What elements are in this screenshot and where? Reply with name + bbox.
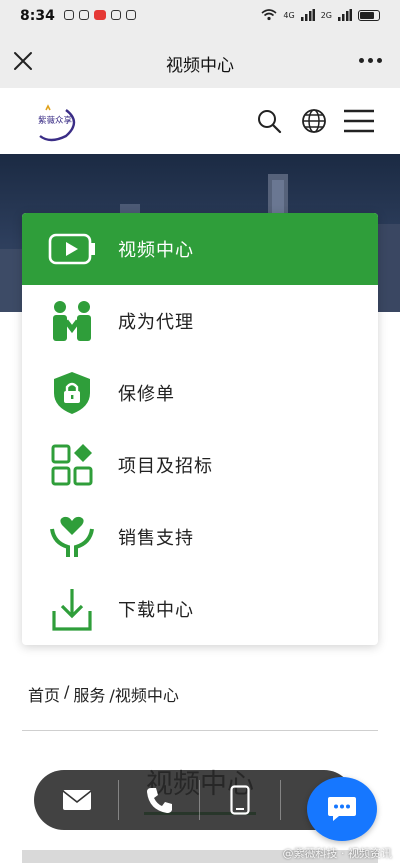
signal-2-icon: [338, 9, 352, 21]
nfc-icon: [111, 10, 121, 20]
search-icon[interactable]: [256, 108, 282, 134]
network-label: 4G: [283, 10, 295, 20]
breadcrumb-services[interactable]: 服务: [73, 682, 105, 706]
menu-item-label: 成为代理: [118, 312, 194, 333]
bluetooth-icon: [126, 10, 136, 20]
sales-heart-hands-icon: [50, 516, 94, 557]
mobile-button[interactable]: [200, 770, 280, 830]
dot: [377, 58, 382, 63]
menu-item-label: 下载中心: [118, 600, 194, 621]
watermark: @紫薇科技 · 视频资讯: [282, 847, 393, 860]
chat-bubble-icon: [328, 797, 356, 821]
company-logo[interactable]: 紫薇众享: [26, 100, 86, 144]
message-icon: [64, 10, 74, 20]
phone-button[interactable]: [119, 770, 199, 830]
warranty-shield-lock-icon: [54, 372, 90, 414]
breadcrumb-separator: /: [64, 682, 70, 701]
app-badge-icon: [94, 10, 106, 20]
network-label-2: 2G: [320, 10, 332, 20]
phone-icon: [147, 788, 172, 813]
menu-item-label: 项目及招标: [118, 456, 213, 477]
mobile-icon: [230, 785, 250, 815]
battery-icon: [358, 9, 380, 21]
email-icon: [62, 790, 92, 810]
status-time: 8:34: [20, 8, 55, 24]
menu-item-label: 保修单: [118, 384, 175, 405]
menu-item-label: 视频中心: [118, 240, 194, 261]
menu-item-become-agent[interactable]: 成为代理: [22, 285, 378, 357]
signal-icon: [300, 9, 315, 21]
page-title: 视频中心: [166, 56, 234, 76]
hamburger-menu-icon[interactable]: [343, 108, 375, 134]
logo-text: 紫薇众享: [38, 115, 73, 126]
dot: [368, 58, 373, 63]
menu-item-download-center[interactable]: 下载中心: [22, 573, 378, 645]
breadcrumb: 首页 / 服务 /视频中心: [28, 682, 179, 706]
menu-item-label: 销售支持: [118, 528, 194, 549]
breadcrumb-current: /视频中心: [109, 686, 179, 705]
service-dropdown-menu: 视频中心 成为代理 保修单 项目及招标 销售支持 下载中心: [22, 213, 378, 645]
menu-item-sales-support[interactable]: 销售支持: [22, 501, 378, 573]
email-button[interactable]: [37, 770, 117, 830]
title-bar: 视频中心: [0, 34, 400, 88]
battery-level: [360, 11, 374, 19]
project-grid-icon: [51, 444, 93, 486]
globe-icon[interactable]: [301, 108, 327, 134]
status-bar: 8:34 4G 2G: [0, 0, 400, 34]
agent-people-icon: [53, 301, 91, 341]
more-options-button[interactable]: [359, 58, 382, 63]
video-play-icon: [48, 233, 95, 265]
site-header: 紫薇众享: [0, 88, 400, 154]
menu-item-video-center[interactable]: 视频中心: [22, 213, 378, 285]
menu-item-warranty[interactable]: 保修单: [22, 357, 378, 429]
notification-icons: [64, 10, 136, 20]
separator: [280, 780, 281, 820]
dot: [359, 58, 364, 63]
chat-button[interactable]: [307, 777, 377, 841]
menu-item-projects-tenders[interactable]: 项目及招标: [22, 429, 378, 501]
status-right: 4G 2G: [261, 9, 380, 21]
contact-bar: [34, 770, 354, 830]
download-icon: [52, 589, 92, 631]
chat-bubble-icon: [79, 10, 89, 20]
wifi-icon: [261, 9, 277, 21]
divider: [22, 730, 378, 731]
breadcrumb-home[interactable]: 首页: [28, 682, 60, 706]
